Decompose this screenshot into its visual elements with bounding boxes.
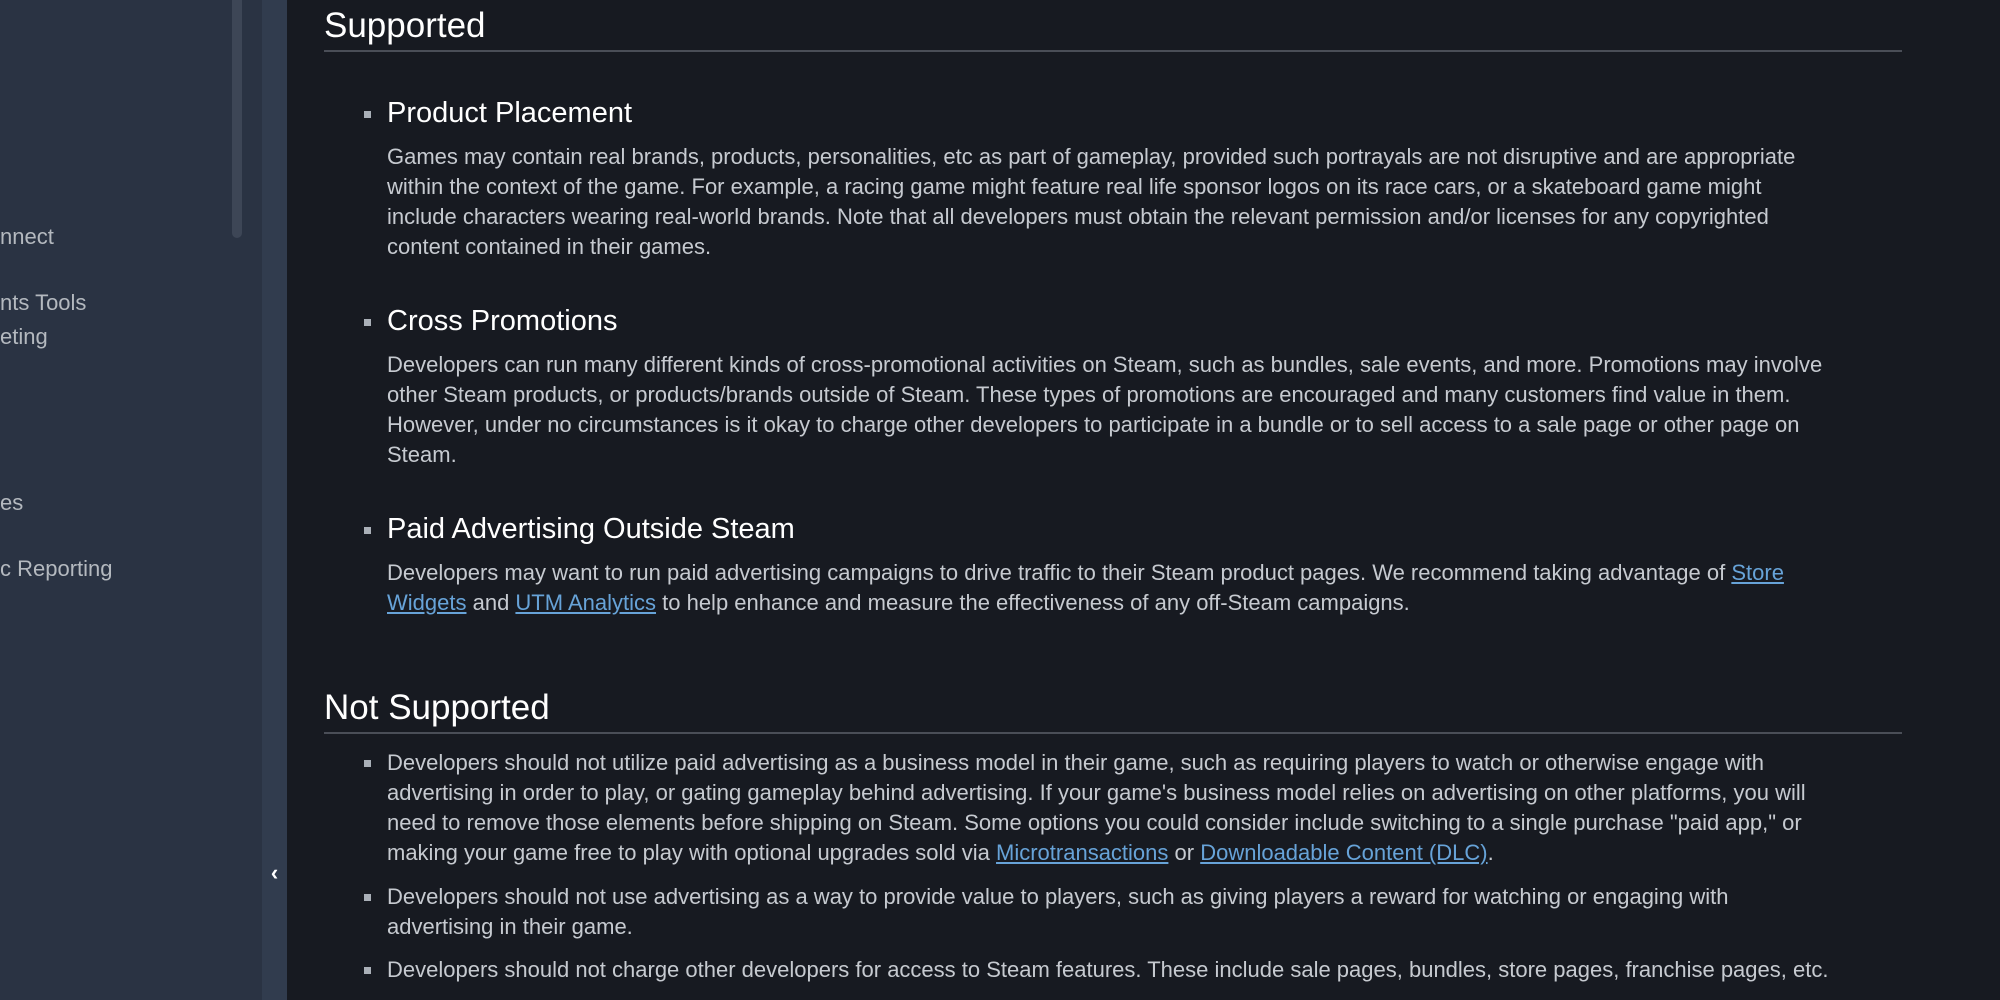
item-title: Product Placement [387,97,633,129]
item-body: Developers may want to run paid advertis… [387,558,1784,618]
text-segment: need to remove those elements before shi… [387,810,1802,835]
text-line: Games may contain real brands, products,… [387,142,1795,172]
text-segment: Steam. [387,442,457,467]
text-segment: Developers should not charge other devel… [387,957,1829,982]
text-segment: include characters wearing real-world br… [387,204,1769,229]
text-segment: However, under no circumstances is it ok… [387,412,1800,437]
bullet-icon [364,760,371,767]
sidebar-collapse-strip[interactable] [262,0,287,1000]
sidebar-scrollbar[interactable] [232,0,242,238]
item-body: Developers should not utilize paid adver… [387,748,1806,868]
section-heading-not-supported: Not Supported [324,688,1902,734]
text-segment: . [1487,840,1494,865]
section-heading-supported: Supported [324,6,1902,52]
sidebar-item[interactable]: c Reporting [0,556,113,582]
text-line: advertising in their game. [387,912,1729,942]
item-body: Games may contain real brands, products,… [387,142,1795,262]
bullet-icon [364,319,371,326]
text-line: other Steam products, or products/brands… [387,380,1822,410]
text-segment: other Steam products, or products/brands… [387,382,1791,407]
item-body: Developers can run many different kinds … [387,350,1822,470]
bullet-icon [364,527,371,534]
inline-link[interactable]: Store [1731,560,1784,585]
text-line: Developers can run many different kinds … [387,350,1822,380]
text-line: advertising in order to play, or gating … [387,778,1806,808]
sidebar-item[interactable]: eting [0,324,48,350]
chevron-left-icon[interactable]: ‹ [262,858,287,888]
inline-link[interactable]: Microtransactions [996,840,1168,865]
text-line: Developers should not use advertising as… [387,882,1729,912]
inline-link[interactable]: Widgets [387,590,466,615]
text-segment: to help enhance and measure the effectiv… [656,590,1410,615]
sidebar-item[interactable]: es [0,490,23,516]
text-segment: within the context of the game. For exam… [387,174,1762,199]
bullet-icon [364,111,371,118]
sidebar-item[interactable]: nts Tools [0,290,86,316]
text-segment: content contained in their games. [387,234,712,259]
text-segment: or [1168,840,1201,865]
text-segment: Developers should not use advertising as… [387,884,1729,909]
item-body: Developers should not use advertising as… [387,882,1729,942]
text-segment: Developers can run many different kinds … [387,352,1823,377]
text-line: content contained in their games. [387,232,1795,262]
bullet-icon [364,894,371,901]
item-title: Paid Advertising Outside Steam [387,513,795,545]
text-segment: Developers should not utilize paid adver… [387,750,1764,775]
text-segment: making your game free to play with optio… [387,840,997,865]
text-line: Widgets and UTM Analytics to help enhanc… [387,588,1784,618]
text-line: Steam. [387,440,1822,470]
text-segment: and [466,590,516,615]
text-segment: Developers may want to run paid advertis… [387,560,1732,585]
text-line: include characters wearing real-world br… [387,202,1795,232]
text-line: Developers may want to run paid advertis… [387,558,1784,588]
text-line: within the context of the game. For exam… [387,172,1795,202]
bullet-icon [364,967,371,974]
inline-link[interactable]: Downloadable Content (DLC) [1200,840,1487,865]
text-segment: advertising in their game. [387,914,633,939]
text-line: Developers should not charge other devel… [387,955,1828,985]
inline-link[interactable]: UTM Analytics [515,590,656,615]
item-title: Cross Promotions [387,305,618,337]
item-body: Developers should not charge other devel… [387,955,1828,985]
text-segment: advertising in order to play, or gating … [387,780,1806,805]
sidebar-item[interactable]: nnect [0,224,54,250]
text-line: However, under no circumstances is it ok… [387,410,1822,440]
text-line: making your game free to play with optio… [387,838,1806,868]
text-line: need to remove those elements before shi… [387,808,1806,838]
sidebar: nnect nts Tools eting es c Reporting [0,0,262,1000]
text-line: Developers should not utilize paid adver… [387,748,1806,778]
text-segment: Games may contain real brands, products,… [387,144,1796,169]
